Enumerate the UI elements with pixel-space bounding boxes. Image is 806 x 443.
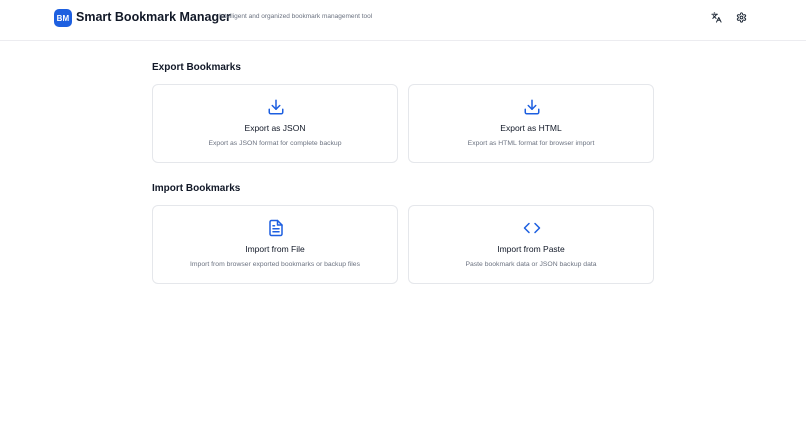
import-section-title: Import Bookmarks — [152, 183, 241, 194]
export-json-card[interactable]: Export as JSON Export as JSON format for… — [152, 84, 398, 163]
app-subtitle: Intelligent and organized bookmark manag… — [219, 13, 373, 20]
card-description: Paste bookmark data or JSON backup data — [465, 261, 597, 268]
import-file-card[interactable]: Import from File Import from browser exp… — [152, 205, 398, 284]
app-logo: BM — [54, 9, 72, 27]
download-icon — [524, 99, 540, 115]
code-icon — [523, 222, 541, 234]
translate-icon — [710, 11, 722, 23]
app-header: BM Smart Bookmark Manager Intelligent an… — [0, 0, 806, 41]
download-icon — [268, 99, 284, 115]
card-title: Export as HTML — [500, 123, 562, 133]
card-title: Import from Paste — [497, 244, 565, 254]
language-button[interactable] — [709, 10, 723, 24]
gear-icon — [736, 11, 746, 23]
card-description: Export as HTML format for browser import — [467, 140, 595, 147]
card-title: Export as JSON — [244, 123, 306, 133]
card-title: Import from File — [245, 244, 305, 254]
settings-button[interactable] — [734, 10, 748, 24]
card-description: Export as JSON format for complete backu… — [208, 140, 342, 147]
export-html-card[interactable]: Export as HTML Export as HTML format for… — [408, 84, 654, 163]
export-section-title: Export Bookmarks — [152, 62, 241, 73]
card-description: Import from browser exported bookmarks o… — [190, 261, 360, 268]
import-paste-card[interactable]: Import from Paste Paste bookmark data or… — [408, 205, 654, 284]
app-title: Smart Bookmark Manager — [76, 10, 231, 24]
file-text-icon — [269, 219, 283, 237]
